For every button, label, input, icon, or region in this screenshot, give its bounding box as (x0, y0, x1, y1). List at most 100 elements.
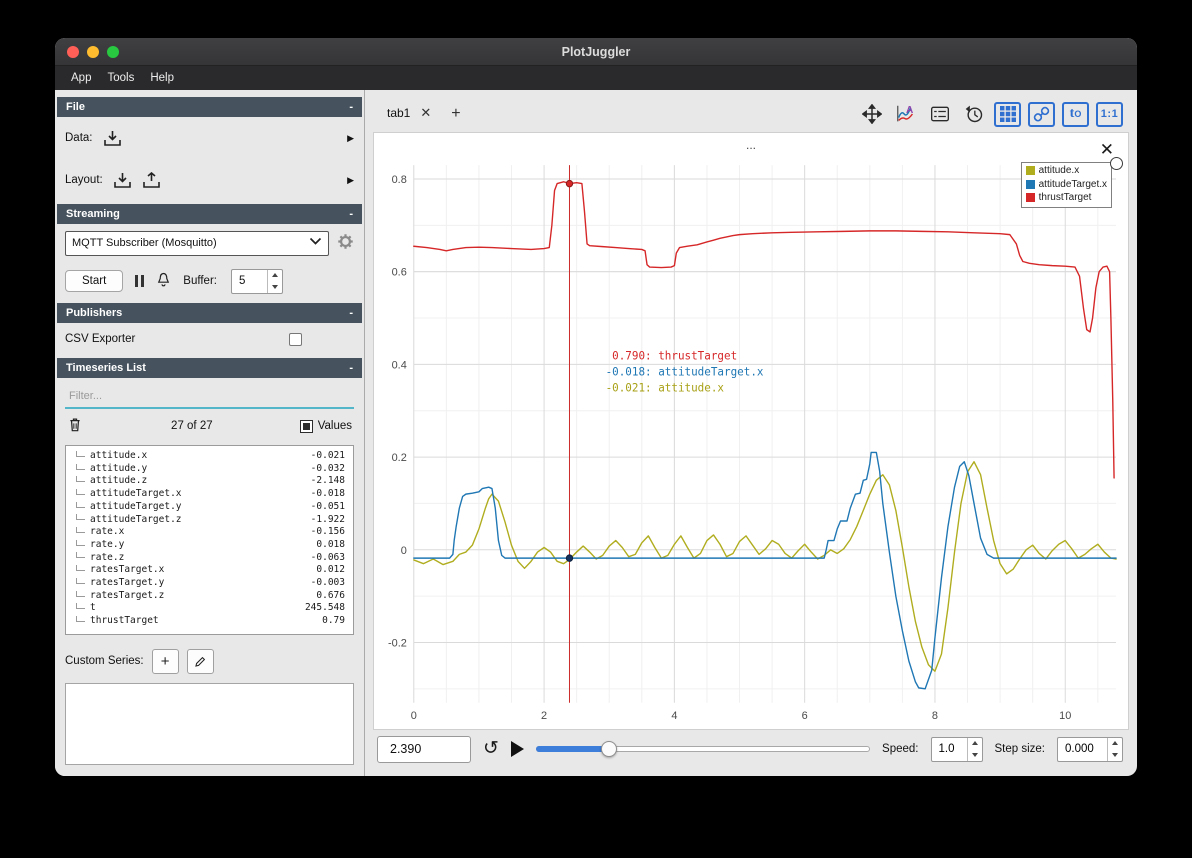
sidebar: File - Data: ▶ Layout: ▶ Streaming - MQT… (55, 90, 365, 776)
detach-plot-icon[interactable] (1110, 157, 1123, 170)
timeseries-item[interactable]: attitude.x -0.021 (68, 450, 353, 463)
start-button[interactable]: Start (65, 270, 124, 292)
timeseries-item[interactable]: attitude.y -0.032 (68, 463, 353, 476)
tab-close-icon[interactable]: ✕ (420, 105, 431, 121)
streaming-source-select[interactable]: MQTT Subscriber (Mosquitto) (65, 230, 329, 256)
chart-area[interactable]: 0 2 4 6 8 10 -0.2 0 0.2 0.4 0.6 0.8 0.790 : thrustTa… (374, 157, 1128, 729)
section-header-file[interactable]: File - (57, 97, 362, 117)
chart-svg[interactable]: 0 2 4 6 8 10 -0.2 0 0.2 0.4 0.6 0.8 0.790 : thrustTa… (374, 157, 1128, 729)
values-checkbox[interactable] (300, 420, 312, 432)
section-header-streaming[interactable]: Streaming - (57, 204, 362, 224)
add-custom-series-button[interactable]: + (151, 648, 179, 674)
slider-handle[interactable] (601, 741, 618, 757)
minimize-window-button[interactable] (87, 45, 99, 58)
svg-text:0.6: 0.6 (392, 267, 407, 279)
timeseries-item[interactable]: ratesTarget.x 0.012 (68, 564, 353, 577)
collapse-icon[interactable]: - (349, 101, 353, 113)
custom-series-editor[interactable] (65, 683, 354, 765)
play-button[interactable] (510, 741, 524, 757)
filter-input[interactable] (65, 386, 354, 409)
series-value: -0.018 (310, 488, 345, 500)
menu-item-app[interactable]: App (63, 68, 99, 88)
timeseries-item[interactable]: thrustTarget 0.79 (68, 615, 353, 628)
series-name: ratesTarget.y (90, 577, 165, 589)
menu-item-tools[interactable]: Tools (99, 68, 142, 88)
edit-custom-series-button[interactable] (186, 648, 214, 674)
timeline-slider[interactable] (535, 739, 871, 759)
pan-zoom-icon[interactable] (858, 102, 885, 127)
tooltip-series: : attitudeTarget.x (645, 365, 764, 378)
series-line-attitude.x (413, 460, 1117, 672)
timeseries-item[interactable]: ratesTarget.z 0.676 (68, 590, 353, 603)
link-axes-icon[interactable] (1028, 101, 1055, 127)
layout-menu-arrow-icon[interactable]: ▶ (347, 175, 354, 186)
series-name: ratesTarget.x (90, 564, 165, 576)
streaming-section-title: Streaming (66, 208, 120, 220)
menu-item-help[interactable]: Help (142, 68, 182, 88)
tree-branch-icon (76, 476, 85, 483)
time-offset-icon[interactable]: tO (1062, 101, 1089, 127)
load-layout-icon[interactable] (113, 172, 132, 189)
section-header-publishers[interactable]: Publishers - (57, 303, 362, 323)
timeseries-item[interactable]: rate.z -0.063 (68, 552, 353, 565)
svg-text:4: 4 (671, 710, 677, 722)
step-size-label: Step size: (994, 743, 1046, 755)
trash-icon[interactable] (67, 416, 83, 436)
add-tab-button[interactable]: + (441, 105, 470, 123)
data-menu-arrow-icon[interactable]: ▶ (347, 133, 354, 144)
grid-view-icon[interactable] (994, 101, 1021, 127)
data-label: Data: (65, 132, 93, 144)
buffer-spinbox[interactable]: 5 (230, 268, 283, 294)
save-layout-icon[interactable] (142, 171, 161, 189)
step-size-spinbox[interactable]: 0.000 (1057, 736, 1123, 762)
plot-title: ... (745, 138, 756, 152)
spinner-arrows[interactable] (1107, 737, 1122, 761)
loop-playback-icon[interactable]: ↺ (483, 739, 499, 758)
pause-icon[interactable] (135, 275, 145, 287)
legend-entry[interactable]: attitude.x (1025, 164, 1107, 178)
section-header-timeseries[interactable]: Timeseries List - (57, 358, 362, 378)
cursor-dot (565, 179, 574, 188)
aspect-ratio-icon[interactable]: 1:1 (1096, 101, 1123, 127)
series-name: ratesTarget.z (90, 589, 165, 601)
custom-series-label: Custom Series: (65, 655, 144, 667)
tooltip-series: : attitude.x (645, 381, 724, 394)
curve-editor-icon[interactable]: A (892, 102, 919, 127)
spinner-arrows[interactable] (266, 269, 282, 293)
csv-exporter-checkbox[interactable] (289, 332, 302, 346)
timeseries-item[interactable]: ratesTarget.y -0.003 (68, 577, 353, 590)
legend-toggle-icon[interactable] (926, 102, 953, 127)
legend-entry[interactable]: thrustTarget (1025, 191, 1107, 205)
plot-close-icon[interactable]: ✕ (1100, 141, 1114, 158)
zoom-window-button[interactable] (107, 45, 119, 58)
close-window-button[interactable] (67, 45, 79, 58)
timeseries-item[interactable]: attitudeTarget.x -0.018 (68, 488, 353, 501)
titlebar[interactable]: PlotJuggler (55, 38, 1137, 66)
gear-icon[interactable] (337, 233, 354, 253)
svg-text:0: 0 (401, 545, 407, 557)
current-time-field[interactable]: 2.390 (377, 735, 471, 763)
timeseries-list[interactable]: attitude.x -0.021 attitude.y -0.032 attitude… (65, 445, 354, 635)
plot-legend[interactable]: attitude.x attitudeTarget.x thrustTarget (1020, 162, 1112, 208)
timeseries-item[interactable]: rate.y 0.018 (68, 539, 353, 552)
file-section-title: File (66, 101, 85, 113)
streaming-controls-row: Start Buffer: 5 (55, 262, 364, 300)
tab-tab1[interactable]: tab1 ✕ (377, 99, 441, 129)
collapse-icon[interactable]: - (349, 362, 353, 374)
load-data-icon[interactable] (103, 130, 122, 147)
timeseries-item[interactable]: attitudeTarget.y -0.051 (68, 501, 353, 514)
timeseries-item[interactable]: attitudeTarget.z -1.922 (68, 514, 353, 527)
spinner-arrows[interactable] (966, 737, 982, 761)
timeseries-item[interactable]: t 245.548 (68, 602, 353, 615)
speed-spinbox[interactable]: 1.0 (930, 736, 983, 762)
notifications-bell-icon[interactable] (156, 272, 171, 291)
collapse-icon[interactable]: - (349, 307, 353, 319)
collapse-icon[interactable]: - (349, 208, 353, 220)
timeseries-item[interactable]: rate.x -0.156 (68, 526, 353, 539)
time-tracker-icon[interactable] (960, 102, 987, 127)
timeseries-item[interactable]: attitude.z -2.148 (68, 475, 353, 488)
grid-major (413, 165, 1117, 703)
svg-text:8: 8 (932, 710, 938, 722)
legend-entry[interactable]: attitudeTarget.x (1025, 178, 1107, 192)
app-window: PlotJuggler App Tools Help File - Data: ▶ … (55, 38, 1137, 776)
